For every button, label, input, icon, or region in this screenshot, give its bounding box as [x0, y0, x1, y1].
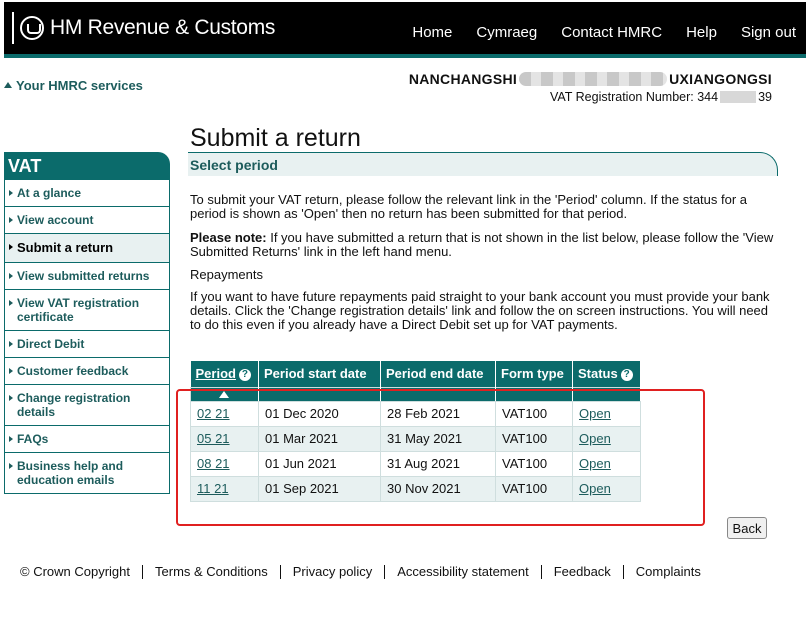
divider	[622, 564, 624, 579]
sidebar-item-change-registration[interactable]: Change registration details	[5, 384, 169, 425]
top-navigation: Home Cymraeg Contact HMRC Help Sign out	[388, 24, 796, 41]
sidebar-item-view-account[interactable]: View account	[5, 206, 169, 233]
divider	[142, 564, 144, 579]
vat-number-end: 39	[758, 90, 772, 104]
section-header: Select period	[188, 152, 778, 176]
company-name-end: UXIANGONGSI	[669, 71, 772, 87]
intro-text: To submit your VAT return, please follow…	[190, 192, 748, 221]
triangle-up-icon	[4, 82, 12, 88]
divider	[540, 564, 542, 579]
sidebar-item-direct-debit[interactable]: Direct Debit	[5, 330, 169, 357]
services-label: Your HMRC services	[16, 78, 143, 93]
sidebar-item-faqs[interactable]: FAQs	[5, 425, 169, 452]
repayments-text: If you want to have future repayments pa…	[190, 289, 770, 332]
help-icon[interactable]: ?	[238, 369, 251, 382]
col-period[interactable]: Period?	[190, 361, 259, 387]
col-form-type: Form type	[495, 361, 573, 387]
footer-feedback[interactable]: Feedback	[554, 564, 611, 579]
footer-privacy[interactable]: Privacy policy	[293, 564, 372, 579]
status-header-label: Status	[578, 366, 618, 382]
sidebar-item-customer-feedback[interactable]: Customer feedback	[5, 357, 169, 384]
redacted-block	[519, 72, 668, 86]
nav-home-link[interactable]: Home	[412, 24, 452, 41]
sidebar-menu: At a glance View account Submit a return…	[4, 180, 170, 494]
nav-contact-link[interactable]: Contact HMRC	[561, 24, 662, 41]
col-end-date: Period end date	[380, 361, 496, 387]
vat-registration-number: VAT Registration Number: 344 39	[550, 90, 772, 104]
footer-links: © Crown Copyright Terms & Conditions Pri…	[20, 564, 701, 579]
col-start-date: Period start date	[258, 361, 381, 387]
sidebar-title: VAT	[4, 152, 170, 180]
footer-terms[interactable]: Terms & Conditions	[155, 564, 268, 579]
period-sort-link[interactable]: Period	[196, 366, 236, 381]
help-icon[interactable]: ?	[620, 369, 633, 382]
company-name-start: NANCHANGSHI	[408, 71, 518, 87]
sidebar-item-view-submitted-returns[interactable]: View submitted returns	[5, 262, 169, 289]
back-button[interactable]: Back	[727, 517, 767, 539]
repayments-heading: Repayments	[190, 267, 263, 282]
nav-help-link[interactable]: Help	[686, 24, 717, 41]
sidebar-item-vat-certificate[interactable]: View VAT registration certificate	[5, 289, 169, 330]
crown-crest-icon	[12, 12, 44, 44]
note-text: If you have submitted a return that is n…	[190, 230, 774, 259]
divider	[384, 564, 386, 579]
your-services-link[interactable]: Your HMRC services	[4, 78, 143, 93]
footer-complaints[interactable]: Complaints	[636, 564, 701, 579]
redacted-block	[720, 91, 757, 103]
sidebar-item-at-a-glance[interactable]: At a glance	[5, 180, 169, 206]
site-header: HM Revenue & Customs Home Cymraeg Contac…	[4, 2, 806, 54]
note-label: Please note:	[190, 230, 267, 245]
footer-accessibility[interactable]: Accessibility statement	[397, 564, 529, 579]
brand-name: HM Revenue & Customs	[50, 16, 276, 39]
company-name: NANCHANGSHI UXIANGONGSI	[409, 71, 772, 87]
highlight-box	[176, 389, 705, 526]
nav-signout-link[interactable]: Sign out	[741, 24, 796, 41]
footer-crown-copyright[interactable]: © Crown Copyright	[20, 564, 130, 579]
note-paragraph: Please note: If you have submitted a ret…	[190, 231, 776, 259]
hmrc-logo[interactable]: HM Revenue & Customs	[12, 12, 275, 44]
page-title: Submit a return	[190, 124, 361, 152]
section-title: Select period	[190, 157, 278, 173]
sidebar-item-submit-return[interactable]: Submit a return	[5, 233, 169, 262]
sidebar-item-business-help[interactable]: Business help and education emails	[5, 452, 169, 493]
header-stripe	[4, 54, 806, 58]
col-status: Status?	[572, 361, 641, 387]
nav-cymraeg-link[interactable]: Cymraeg	[476, 24, 537, 41]
divider	[279, 564, 281, 579]
vat-number-label: VAT Registration Number: 344	[549, 90, 719, 104]
vat-sidebar: VAT At a glance View account Submit a re…	[4, 152, 170, 494]
